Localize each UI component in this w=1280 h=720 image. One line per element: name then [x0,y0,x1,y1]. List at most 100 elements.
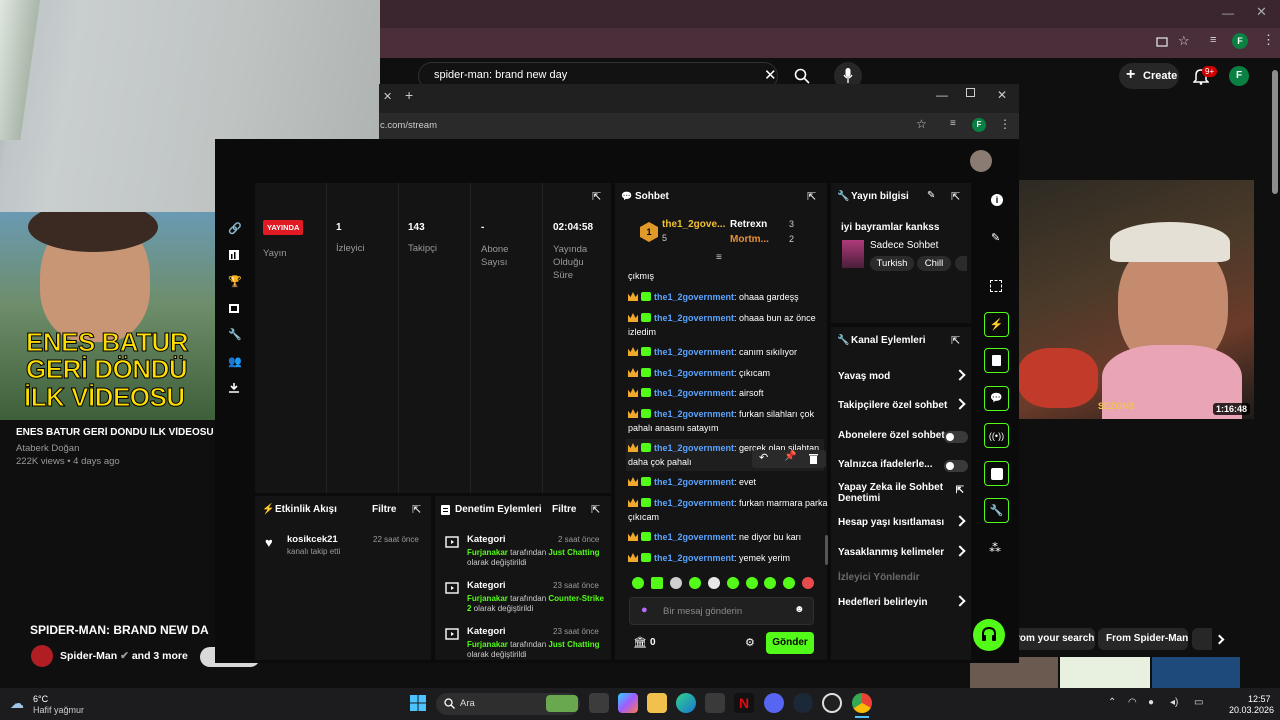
chat-username[interactable]: the1_2government [654,292,734,302]
chip-from-search[interactable]: rom your search [1008,628,1095,650]
stream-category[interactable]: Sadece Sohbet [870,240,938,251]
quick-action-button[interactable] [984,348,1009,373]
obs-icon[interactable] [822,693,842,713]
user-avatar[interactable] [970,150,992,172]
trophy-icon[interactable]: 🏆 [228,275,242,288]
emote-icon[interactable] [764,577,776,589]
discord-icon[interactable] [764,693,784,713]
store-icon[interactable] [705,693,725,713]
chat-username[interactable]: the1_2government [654,532,734,542]
chat-scrollbar[interactable] [825,535,828,565]
video-thumbnail-2[interactable]: SEZON3 1:16:48 [1018,180,1254,419]
chat-username[interactable]: the1_2government [654,477,734,487]
copilot-icon[interactable] [618,693,638,713]
download-icon[interactable] [229,383,239,393]
quick-action-button[interactable]: ⚡ [984,312,1009,337]
pin-icon[interactable]: 📌 [784,451,796,462]
info-icon[interactable]: i [991,194,1003,206]
send-button[interactable]: Gönder [766,632,814,654]
activity-popout-icon[interactable]: ⇱ [412,503,421,516]
action-set-goals[interactable]: Hedefleri belirleyin [830,595,970,617]
file-explorer-icon[interactable] [647,693,667,713]
link-icon[interactable]: 🔗 [228,222,242,235]
section-channels[interactable]: Spider-Man ✔ and 3 more [60,650,188,662]
chip-partial[interactable] [1192,628,1212,650]
chat-message[interactable]: the1_2government: airsoft [628,386,828,400]
action-ai-moderation[interactable]: Yapay Zeka ile Sohbet Denetimi ⇱ [830,481,970,507]
emote-icon[interactable] [689,577,701,589]
tag-chip-partial[interactable] [955,256,967,271]
weather-temp[interactable]: 6°C [33,694,48,704]
reply-icon[interactable]: ↶ [759,451,768,464]
chrome-icon[interactable] [852,693,872,713]
new-tab-icon[interactable]: + [405,87,413,103]
clear-search-icon[interactable]: ✕ [764,66,777,84]
chat-username[interactable]: the1_2government [654,388,734,398]
video-title[interactable]: ENES BATUR GERİ DÖNDÜ İLK VİDEOSU [16,427,216,438]
profile-avatar[interactable]: F [1232,33,1248,49]
support-button[interactable] [973,619,1005,651]
popout-icon[interactable]: ⇱ [592,190,601,203]
chat-message[interactable]: the1_2government: yemek yerim [628,551,828,565]
browser-menu-icon[interactable]: ⋮ [1262,32,1275,48]
tray-chevron-icon[interactable]: ⌃ [1108,697,1116,708]
bookmark-star-icon[interactable]: ☆ [1178,33,1190,49]
steam-icon[interactable] [793,693,813,713]
action-followers-only[interactable]: Takipçilere özel sohbet [830,398,970,420]
chat-username[interactable]: the1_2government [654,368,734,378]
pinned-toggle-icon[interactable]: ≡ [716,252,722,263]
emote-icon[interactable] [632,577,644,589]
users-icon[interactable]: 👥 [228,355,242,368]
reading-list-icon[interactable]: ≡ [1210,34,1216,46]
chat-username[interactable]: the1_2government [654,409,734,419]
tray-app-icon[interactable]: ● [1148,697,1154,708]
wrench-icon[interactable]: 🔧 [228,328,242,341]
action-subscribers-only[interactable]: Abonelere özel sohbet [830,428,970,450]
info-popout-icon[interactable]: ⇱ [951,190,960,203]
weather-desc[interactable]: Hafif yağmur [33,705,84,715]
leader-name[interactable]: Retrexn [730,219,767,230]
analytics-icon[interactable] [229,250,239,260]
action-account-age[interactable]: Hesap yaşı kısıtlaması [830,515,970,537]
leader-name[interactable]: Mortm... [730,234,769,245]
chat-username[interactable]: the1_2government [654,498,734,508]
volume-icon[interactable]: ◂) [1170,697,1178,708]
settings-icon[interactable]: ⚙ [745,636,755,649]
shelf-thumbnail[interactable] [1152,657,1240,688]
page-scrollbar[interactable] [1272,70,1278,194]
toggle-switch[interactable] [944,431,968,443]
chat-username[interactable]: the1_2government [654,443,734,453]
clock-time[interactable]: 12:57 [1248,694,1271,704]
focus-icon[interactable] [990,280,1002,292]
search-query[interactable]: spider-man: brand new day [434,69,567,81]
video-channel[interactable]: Ataberk Doğan [16,443,79,454]
chips-next-icon[interactable] [1214,634,1225,645]
quick-action-button[interactable]: 💬 [984,386,1009,411]
kick-reading-icon[interactable]: ≡ [950,118,956,129]
clock-date[interactable]: 20.03.2026 [1229,705,1274,715]
minimize-icon[interactable]: — [1222,6,1234,20]
section-title[interactable]: SPIDER-MAN: BRAND NEW DA [30,623,216,637]
chat-username[interactable]: the1_2government [654,553,734,563]
mic-icon[interactable]: ● [641,604,648,616]
emote-icon[interactable] [670,577,682,589]
chat-message[interactable]: the1_2government: furkan marmara parka ç… [628,496,828,524]
activity-filter[interactable]: Filtre [372,504,396,515]
kick-close-icon[interactable]: ✕ [997,88,1007,102]
edit-icon[interactable]: ✎ [927,190,935,201]
quick-action-button[interactable]: 🔧 [984,498,1009,523]
channel-avatar[interactable] [31,645,53,667]
chat-popout-icon[interactable]: ⇱ [807,190,816,203]
emoji-icon[interactable]: ☻ [794,604,805,615]
activity-user[interactable]: kosikcek21 [287,534,338,545]
tag-chip[interactable]: Turkish [870,256,914,271]
kick-menu-icon[interactable]: ⋮ [999,117,1011,131]
chip-from-spiderman[interactable]: From Spider-Man [1098,628,1188,650]
quick-action-button[interactable]: ((•)) [984,423,1009,448]
action-slow-mode[interactable]: Yavaş mod [830,369,970,391]
chat-message[interactable]: the1_2government: canım sıkılıyor [628,345,828,359]
delete-icon[interactable] [809,454,818,464]
chat-message[interactable]: the1_2government: çıkıcam [628,366,828,380]
emote-icon[interactable] [651,577,663,589]
edge-icon[interactable] [676,693,696,713]
